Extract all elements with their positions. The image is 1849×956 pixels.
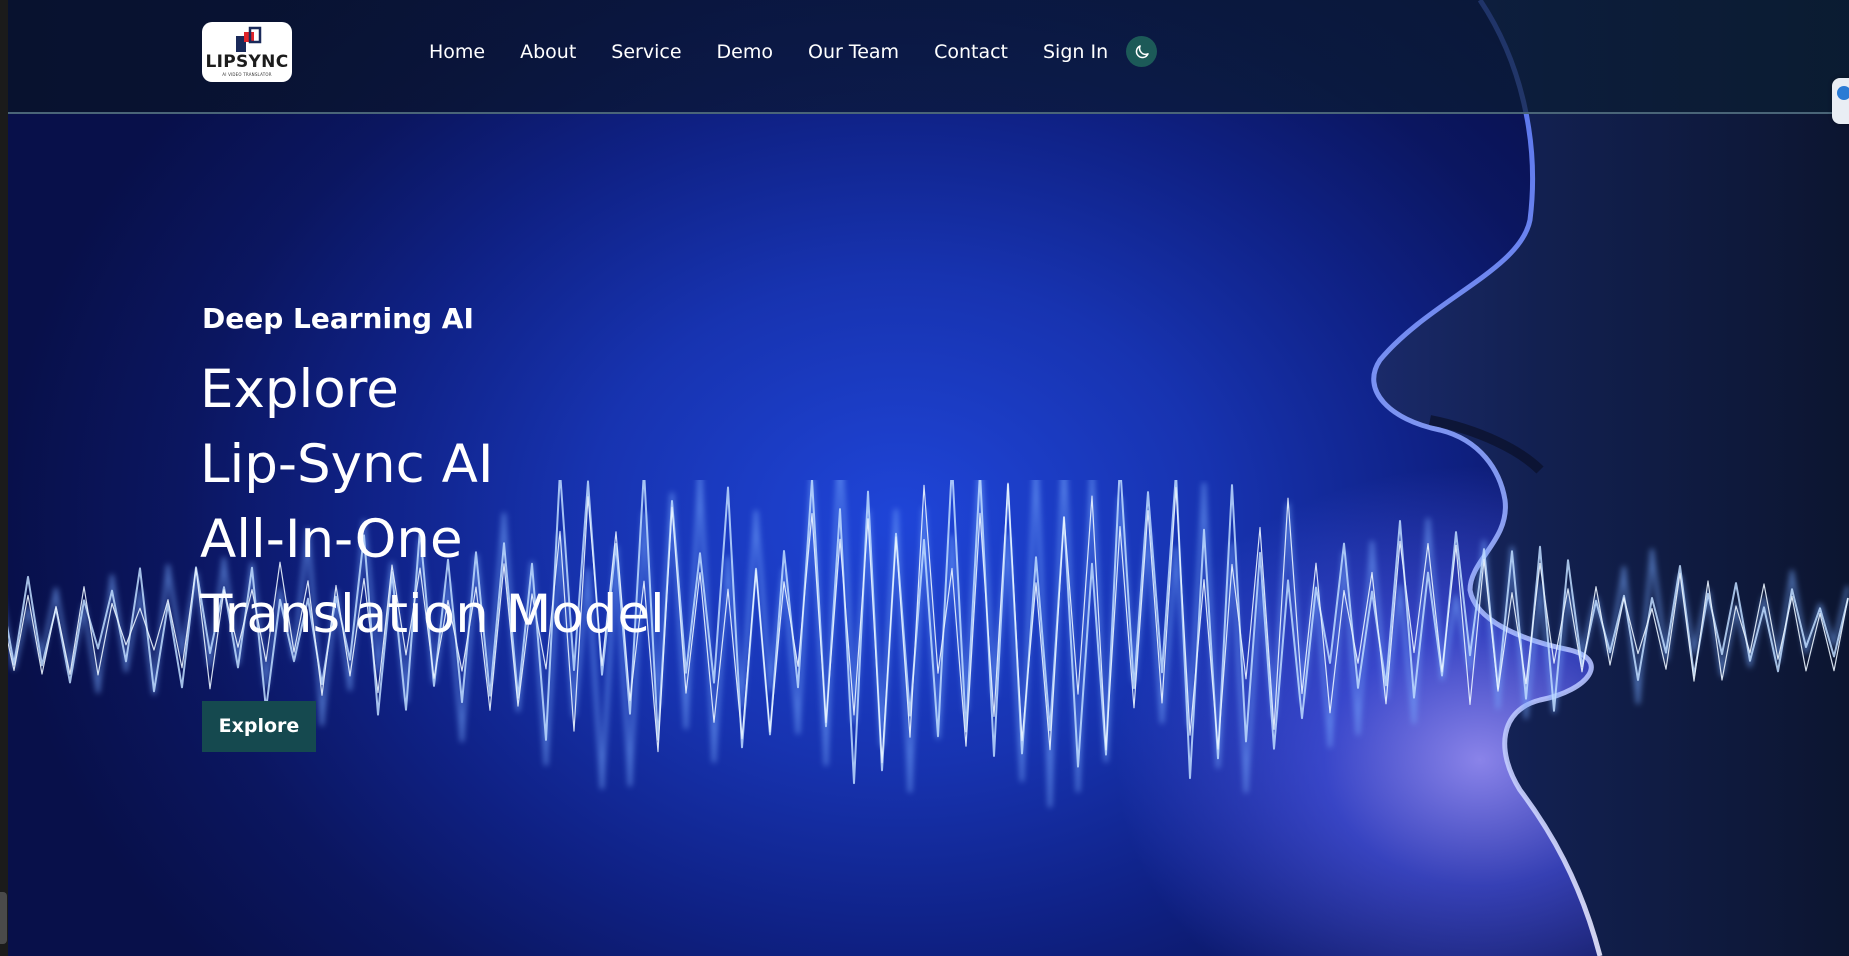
logo-text: LIPSYNC <box>205 52 289 72</box>
headline-line: All-In-One <box>200 509 463 570</box>
brand-logo[interactable]: LIPSYNC AI VIDEO TRANSLATOR <box>202 22 292 82</box>
side-widget-tab[interactable] <box>1832 78 1849 124</box>
nav-sign-in[interactable]: Sign In <box>1043 38 1108 66</box>
headline-line: Lip-Sync AI <box>200 434 494 495</box>
scroll-grip[interactable] <box>0 892 7 944</box>
top-navbar: LIPSYNC AI VIDEO TRANSLATOR Home About S… <box>8 0 1849 114</box>
browser-left-edge <box>0 0 8 956</box>
logo-subtext: AI VIDEO TRANSLATOR <box>222 72 272 77</box>
hero-headline: Explore Lip-Sync AI All-In-One Translati… <box>200 352 665 652</box>
hero-section: LIPSYNC AI VIDEO TRANSLATOR Home About S… <box>0 0 1849 956</box>
theme-toggle-button[interactable] <box>1126 36 1157 67</box>
logo-mark-icon <box>236 26 262 52</box>
nav-demo[interactable]: Demo <box>717 38 773 66</box>
nav-about[interactable]: About <box>520 38 576 66</box>
nav-service[interactable]: Service <box>611 38 681 66</box>
nav-home[interactable]: Home <box>429 38 485 66</box>
headline-line: Explore <box>200 359 399 420</box>
hero-eyebrow: Deep Learning AI <box>202 302 474 335</box>
nav-our-team[interactable]: Our Team <box>808 38 899 66</box>
explore-button[interactable]: Explore <box>202 701 316 752</box>
nav-contact[interactable]: Contact <box>934 38 1008 66</box>
headline-line: Translation Model <box>200 584 665 645</box>
main-nav: Home About Service Demo Our Team Contact… <box>429 38 1143 66</box>
widget-icon <box>1837 86 1849 100</box>
face-silhouette-image <box>1371 0 1849 956</box>
moon-icon <box>1135 44 1149 58</box>
